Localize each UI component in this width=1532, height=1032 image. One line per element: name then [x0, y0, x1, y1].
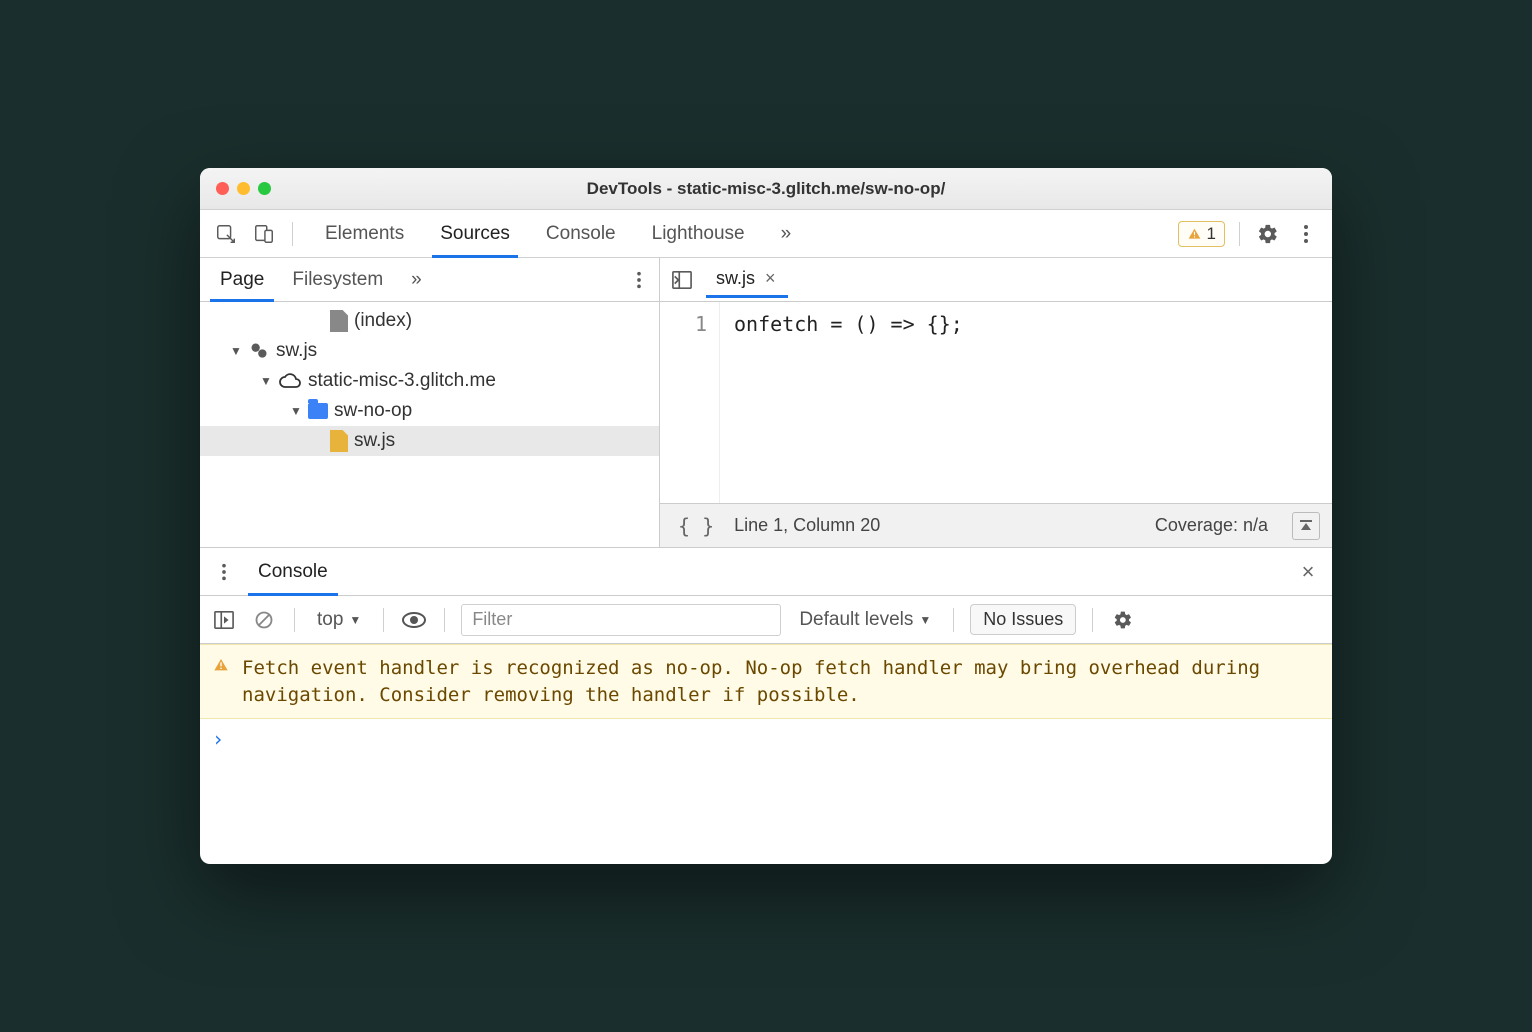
- sidebar-tab-page[interactable]: Page: [206, 258, 278, 301]
- main-tabs: Elements Sources Console Lighthouse »: [307, 210, 809, 257]
- filter-input[interactable]: [461, 604, 781, 636]
- line-gutter: 1: [660, 302, 720, 503]
- divider: [383, 608, 384, 632]
- editor-tab-label: sw.js: [716, 268, 755, 289]
- tree-item-file-swjs[interactable]: sw.js: [200, 426, 659, 456]
- editor-status-bar: { } Line 1, Column 20 Coverage: n/a: [660, 503, 1332, 547]
- cloud-icon: [278, 372, 302, 390]
- editor-tabbar: sw.js ×: [660, 258, 1332, 302]
- title-bar: DevTools - static-misc-3.glitch.me/sw-no…: [200, 168, 1332, 210]
- close-drawer-icon[interactable]: ×: [1294, 558, 1322, 586]
- console-drawer: Console ×: [200, 548, 1332, 864]
- editor-pane: sw.js × 1 onfetch = () => {}; { } Line 1…: [660, 258, 1332, 547]
- code-content: onfetch = () => {};: [720, 302, 963, 503]
- divider: [953, 608, 954, 632]
- console-settings-icon[interactable]: [1109, 606, 1137, 634]
- close-tab-icon[interactable]: ×: [761, 268, 780, 289]
- tree-item-folder[interactable]: ▼ sw-no-op: [200, 396, 659, 426]
- more-menu-icon[interactable]: [1292, 220, 1320, 248]
- js-file-icon: [330, 430, 348, 452]
- window-title: DevTools - static-misc-3.glitch.me/sw-no…: [200, 179, 1332, 199]
- inspect-element-icon[interactable]: [212, 220, 240, 248]
- context-label: top: [317, 609, 343, 631]
- tab-sources[interactable]: Sources: [422, 210, 528, 257]
- tab-lighthouse[interactable]: Lighthouse: [634, 210, 763, 257]
- drawer-tab-console[interactable]: Console: [248, 548, 338, 595]
- tab-elements[interactable]: Elements: [307, 210, 422, 257]
- tree-label: sw-no-op: [334, 400, 412, 422]
- drawer-more-icon[interactable]: [210, 558, 238, 586]
- warning-text: Fetch event handler is recognized as no-…: [242, 657, 1260, 706]
- tab-console[interactable]: Console: [528, 210, 634, 257]
- main-toolbar: Elements Sources Console Lighthouse » 1: [200, 210, 1332, 258]
- tree-item-origin[interactable]: ▼ static-misc-3.glitch.me: [200, 366, 659, 396]
- file-icon: [330, 310, 348, 332]
- divider: [444, 608, 445, 632]
- console-warning-message[interactable]: Fetch event handler is recognized as no-…: [200, 644, 1332, 719]
- pretty-print-icon[interactable]: { }: [672, 512, 720, 540]
- chevron-down-icon: ▼: [919, 613, 931, 627]
- divider: [294, 608, 295, 632]
- tree-item-index[interactable]: (index): [200, 306, 659, 336]
- tree-label: sw.js: [354, 430, 395, 452]
- settings-icon[interactable]: [1254, 220, 1282, 248]
- chevron-down-icon: ▼: [230, 344, 242, 358]
- console-prompt[interactable]: ›: [200, 719, 1332, 759]
- sources-sidebar: Page Filesystem » (index) ▼: [200, 258, 660, 547]
- sidebar-tabs-overflow[interactable]: »: [397, 258, 436, 301]
- log-levels-dropdown[interactable]: Default levels ▼: [793, 607, 937, 633]
- prompt-indicator: ›: [212, 727, 224, 751]
- divider: [1092, 608, 1093, 632]
- cursor-position: Line 1, Column 20: [734, 515, 880, 536]
- coverage-label: Coverage: n/a: [1155, 515, 1268, 536]
- divider: [292, 222, 293, 246]
- code-editor[interactable]: 1 onfetch = () => {};: [660, 302, 1332, 503]
- live-expression-icon[interactable]: [400, 606, 428, 634]
- sources-panel: Page Filesystem » (index) ▼: [200, 258, 1332, 548]
- console-body: Fetch event handler is recognized as no-…: [200, 644, 1332, 864]
- gear-cluster-icon: [248, 341, 270, 361]
- toggle-sidebar-icon[interactable]: [210, 606, 238, 634]
- warnings-badge[interactable]: 1: [1178, 221, 1225, 247]
- sidebar-tab-filesystem[interactable]: Filesystem: [278, 258, 397, 301]
- device-toggle-icon[interactable]: [250, 220, 278, 248]
- devtools-window: DevTools - static-misc-3.glitch.me/sw-no…: [200, 168, 1332, 864]
- warning-triangle-icon: [1187, 227, 1202, 241]
- sidebar-tabs: Page Filesystem »: [200, 258, 659, 302]
- tree-label: sw.js: [276, 340, 317, 362]
- toggle-navigator-icon[interactable]: [668, 266, 696, 294]
- chevron-down-icon: ▼: [260, 374, 272, 388]
- clear-console-icon[interactable]: [250, 606, 278, 634]
- line-number: 1: [660, 312, 707, 336]
- editor-tab-swjs[interactable]: sw.js ×: [706, 262, 788, 298]
- drawer-tabbar: Console ×: [200, 548, 1332, 596]
- more-tabs-button[interactable]: »: [763, 210, 810, 257]
- issues-button[interactable]: No Issues: [970, 604, 1076, 635]
- tree-label: static-misc-3.glitch.me: [308, 370, 496, 392]
- file-tree: (index) ▼ sw.js ▼ static-m: [200, 302, 659, 547]
- tree-label: (index): [354, 310, 412, 332]
- console-toolbar: top ▼ Default levels ▼ No Issues: [200, 596, 1332, 644]
- divider: [1239, 222, 1240, 246]
- panel-body: Page Filesystem » (index) ▼: [200, 258, 1332, 864]
- chevron-down-icon: ▼: [290, 404, 302, 418]
- tree-item-sw-root[interactable]: ▼ sw.js: [200, 336, 659, 366]
- execution-context-dropdown[interactable]: top ▼: [311, 607, 367, 633]
- warning-triangle-icon: [212, 657, 230, 673]
- chevron-down-icon: ▼: [349, 613, 361, 627]
- scroll-to-top-icon[interactable]: [1292, 512, 1320, 540]
- sidebar-more-icon[interactable]: [625, 266, 653, 294]
- folder-icon: [308, 403, 328, 419]
- levels-label: Default levels: [799, 609, 913, 631]
- warnings-count: 1: [1207, 224, 1216, 244]
